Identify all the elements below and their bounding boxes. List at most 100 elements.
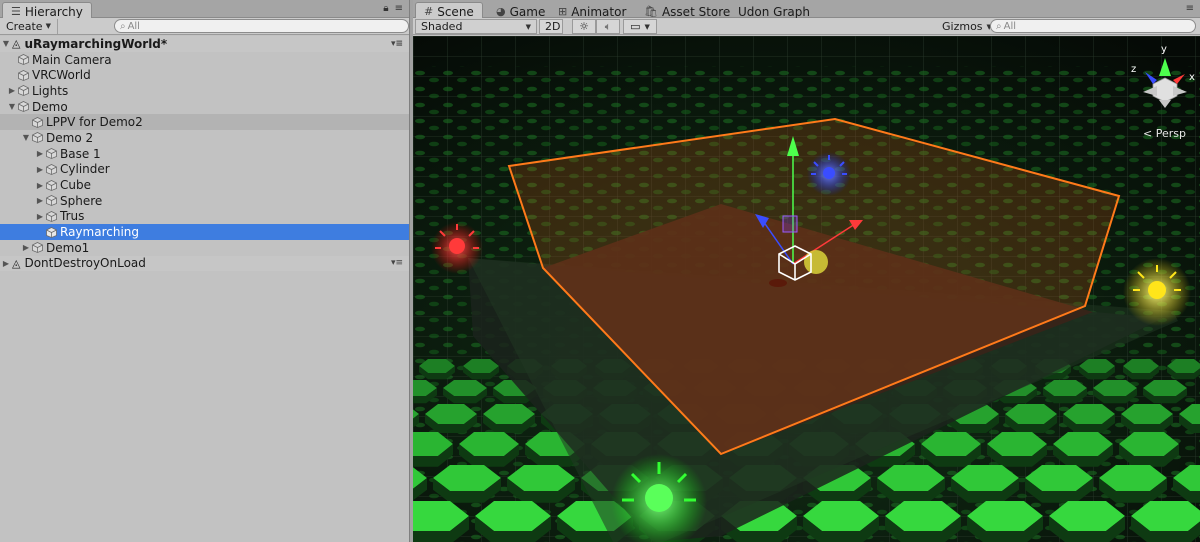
projection-toggle[interactable]: < Persp xyxy=(1143,127,1186,140)
row-menu-icon[interactable]: ▾≡ xyxy=(391,258,403,268)
create-label: Create xyxy=(6,19,43,33)
shading-mode-dropdown[interactable]: Shaded ▼ xyxy=(415,19,537,34)
tab-game-label: Game xyxy=(509,4,546,19)
tab-asset-store[interactable]: 🛍︎ Asset Store xyxy=(635,2,739,19)
light-blue-icon[interactable] xyxy=(807,152,851,196)
scene-root-row[interactable]: ▼ ◬ uRaymarchingWorld* ▾≡ xyxy=(0,36,409,52)
gizmos-label: Gizmos xyxy=(942,20,983,33)
gameobject-cube-icon xyxy=(46,226,57,238)
hierarchy-row[interactable]: ▶ Cylinder xyxy=(0,162,409,178)
hierarchy-row[interactable]: ▼ Demo 2 xyxy=(0,130,409,146)
animator-icon: ⊞ xyxy=(558,5,568,18)
scene-render[interactable]: y z x xyxy=(413,36,1200,542)
hierarchy-search-input[interactable]: ⌕ All xyxy=(113,19,409,33)
expand-arrow-icon[interactable]: ▶ xyxy=(34,165,46,174)
scene-search-placeholder: All xyxy=(1003,20,1017,32)
gameobject-cube-icon xyxy=(18,69,29,81)
search-icon: ⌕ xyxy=(996,20,1002,32)
gameobject-cube-icon xyxy=(18,54,29,65)
hierarchy-row[interactable]: VRCWorld xyxy=(0,67,409,83)
hierarchy-row-label: Trus xyxy=(60,209,85,224)
create-dropdown[interactable]: Create ▼ xyxy=(0,18,58,34)
scene-panel: # Scene ◕ Game ⊞ Animator 🛍︎ Asset Store… xyxy=(413,0,1200,542)
gameobject-cube-icon xyxy=(18,85,29,97)
hierarchy-row[interactable]: ▼ Demo xyxy=(0,99,409,115)
tab-animator-label: Animator xyxy=(571,4,627,19)
panel-menu-icon[interactable]: ≡ xyxy=(1186,3,1194,14)
lock-icon[interactable]: 🔒︎ xyxy=(383,3,388,14)
tab-scene[interactable]: # Scene xyxy=(415,2,483,19)
hierarchy-row[interactable]: ▶ Trus xyxy=(0,209,409,225)
expand-arrow-icon[interactable]: ▶ xyxy=(34,149,46,158)
hierarchy-row-label: Cube xyxy=(60,178,91,193)
hierarchy-row[interactable]: ▶ Lights xyxy=(0,83,409,99)
store-icon: 🛍︎ xyxy=(644,5,658,18)
light-red-icon[interactable] xyxy=(431,222,483,274)
grid-icon: # xyxy=(424,5,434,18)
expand-arrow-icon[interactable]: ▼ xyxy=(0,39,12,48)
unity-scene-icon: ◬ xyxy=(12,256,21,270)
gizmos-dropdown[interactable]: Gizmos ▼ xyxy=(936,19,992,34)
hierarchy-row-label: Sphere xyxy=(60,193,103,208)
image-icon: ▭ xyxy=(630,20,641,33)
expand-arrow-icon[interactable]: ▶ xyxy=(6,86,18,95)
tab-animator[interactable]: ⊞ Animator xyxy=(549,2,635,19)
hierarchy-row[interactable]: ▶ Base 1 xyxy=(0,146,409,162)
chevron-down-icon: ▼ xyxy=(644,22,650,31)
mode-2d-toggle[interactable]: 2D xyxy=(539,19,563,34)
tab-udon-graph[interactable]: Udon Graph xyxy=(729,2,819,19)
hierarchy-search-placeholder: All xyxy=(127,20,140,32)
hierarchy-row[interactable]: ▶ Cube xyxy=(0,177,409,193)
gizmo-plane-handle[interactable] xyxy=(782,215,798,233)
scene-toolbar: Shaded ▼ 2D ☼ 🔈︎ ▭ ▼ Gizmos ▼ ⌕ All xyxy=(413,18,1200,35)
gameobject-cube-icon xyxy=(32,132,43,144)
unity-scene-icon: ◬ xyxy=(12,37,21,51)
scene-search-input[interactable]: ⌕ All xyxy=(990,19,1196,33)
tab-scene-label: Scene xyxy=(437,4,474,19)
gameobject-cube-icon xyxy=(32,242,43,254)
gameobject-cube-icon xyxy=(46,179,57,191)
hierarchy-row-label: Base 1 xyxy=(60,146,101,161)
gameobject-cube-icon xyxy=(46,163,57,175)
hierarchy-tree: ▼ ◬ uRaymarchingWorld* ▾≡ Main Camera VRC… xyxy=(0,36,409,272)
expand-arrow-icon[interactable]: ▶ xyxy=(0,259,12,268)
expand-arrow-icon[interactable]: ▶ xyxy=(34,212,46,221)
tab-udon-graph-label: Udon Graph xyxy=(738,4,810,19)
light-yellow-icon[interactable] xyxy=(1123,258,1191,326)
hierarchy-row[interactable]: ▶ Demo1 xyxy=(0,240,409,256)
chevron-down-icon: ▼ xyxy=(45,22,51,30)
hierarchy-row[interactable]: ▶ Sphere xyxy=(0,193,409,209)
expand-arrow-icon[interactable]: ▼ xyxy=(6,102,18,111)
audio-toggle[interactable]: 🔈︎ xyxy=(596,19,620,34)
hierarchy-row-label: Cylinder xyxy=(60,162,110,177)
expand-arrow-icon[interactable]: ▶ xyxy=(20,243,32,252)
dont-destroy-row[interactable]: ▶ ◬ DontDestroyOnLoad ▾≡ xyxy=(0,255,409,272)
speaker-icon: 🔈︎ xyxy=(604,19,612,33)
hierarchy-row-label: LPPV for Demo2 xyxy=(46,115,143,130)
hierarchy-row-label: Demo 2 xyxy=(46,130,94,145)
scene-tabstrip: # Scene ◕ Game ⊞ Animator 🛍︎ Asset Store… xyxy=(413,0,1200,19)
panel-menu-icon[interactable]: ≡ xyxy=(395,3,403,14)
gizmo-x-label: x xyxy=(1189,72,1195,83)
gameobject-cube-icon xyxy=(46,210,57,222)
gameobject-cube-icon xyxy=(46,148,57,160)
tab-hierarchy[interactable]: ☰ Hierarchy xyxy=(2,2,92,19)
tab-game[interactable]: ◕ Game xyxy=(487,2,554,19)
expand-arrow-icon[interactable]: ▼ xyxy=(20,133,32,142)
object-shadow xyxy=(769,279,787,287)
gameobject-cube-icon xyxy=(32,116,43,128)
effects-dropdown[interactable]: ▭ ▼ xyxy=(623,19,657,34)
expand-arrow-icon[interactable]: ▶ xyxy=(34,181,46,190)
hierarchy-row[interactable]: LPPV for Demo2 xyxy=(0,114,409,131)
scene-viewport[interactable]: y z x < Persp xyxy=(413,36,1200,542)
gizmo-y-label: y xyxy=(1161,44,1167,55)
row-menu-icon[interactable]: ▾≡ xyxy=(391,39,403,49)
hierarchy-row-label: Raymarching xyxy=(60,225,140,240)
gameobject-cube-icon xyxy=(18,101,29,113)
raymarching-object[interactable] xyxy=(804,250,828,274)
hierarchy-row[interactable]: Main Camera xyxy=(0,52,409,68)
hierarchy-row[interactable]: Raymarching xyxy=(0,224,409,240)
hierarchy-row-label: Demo1 xyxy=(46,240,90,255)
lighting-toggle[interactable]: ☼ xyxy=(572,19,596,34)
expand-arrow-icon[interactable]: ▶ xyxy=(34,196,46,205)
